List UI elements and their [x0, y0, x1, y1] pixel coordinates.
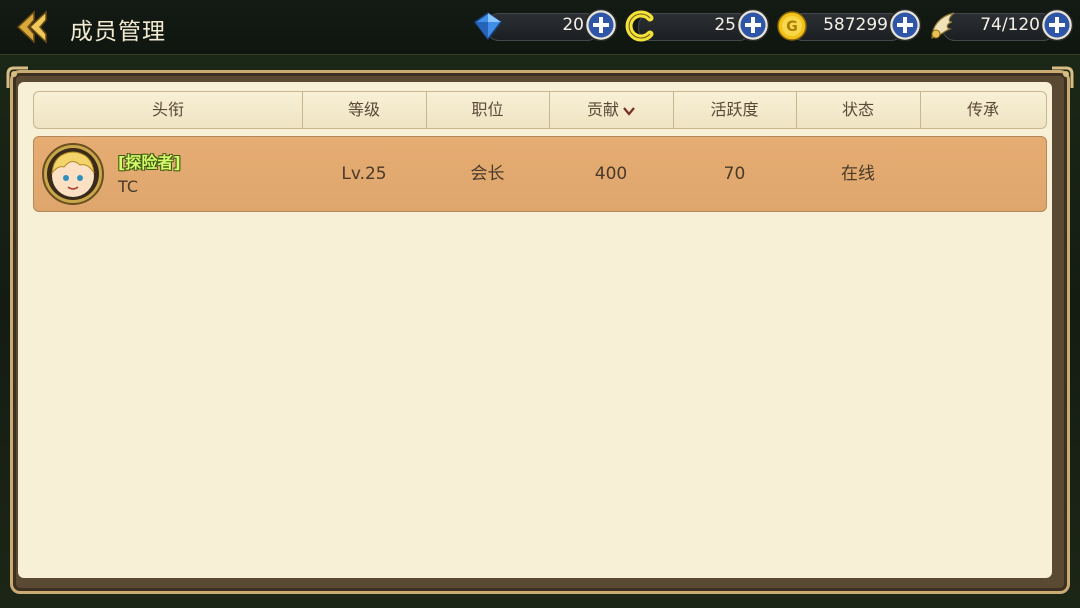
page-title: 成员管理	[70, 19, 166, 45]
column-header-inheritance[interactable]: 传承	[920, 92, 1046, 128]
member-inheritance	[920, 137, 1046, 211]
member-activity: 70	[723, 164, 746, 184]
diamond-icon	[473, 12, 503, 41]
add-stamina-button[interactable]	[1040, 8, 1074, 42]
avatar[interactable]	[42, 143, 104, 205]
member-position: 会长	[470, 164, 505, 184]
top-bar: 成员管理 20 25 G 587299 74/120	[0, 0, 1080, 55]
table-header: 头衔 等级 职位 贡献 活跃度 状态 传承	[33, 91, 1047, 129]
member-level: Lv.25	[341, 164, 387, 184]
column-header-contribution-label: 贡献	[586, 100, 619, 119]
back-button[interactable]	[14, 8, 54, 46]
member-contribution: 400	[594, 164, 628, 184]
column-header-status[interactable]: 状态	[796, 92, 921, 128]
add-token-button[interactable]	[736, 8, 770, 42]
gold-value: 587299	[823, 15, 888, 35]
svg-text:G: G	[786, 19, 798, 35]
diamond-value: 20	[562, 15, 584, 35]
token-icon	[625, 10, 654, 42]
stamina-value: 74/120	[980, 15, 1040, 35]
member-title-tag: [探险者]	[118, 153, 181, 172]
table-row[interactable]: [探险者] TC Lv.25 会长 400 70 在线	[33, 136, 1047, 212]
column-header-contribution[interactable]: 贡献	[549, 92, 674, 128]
token-counter: 25	[622, 8, 770, 44]
column-header-activity[interactable]: 活跃度	[673, 92, 797, 128]
sort-down-icon	[623, 106, 635, 116]
token-value: 25	[714, 15, 736, 35]
gold-coin-icon: G	[777, 11, 807, 41]
column-header-level[interactable]: 等级	[302, 92, 427, 128]
member-status: 在线	[841, 164, 875, 184]
diamond-counter: 20	[470, 8, 618, 44]
gold-counter: G 587299	[774, 8, 922, 44]
member-name: TC	[118, 177, 139, 196]
add-diamond-button[interactable]	[584, 8, 618, 42]
column-header-position[interactable]: 职位	[426, 92, 550, 128]
corner-ornament-icon	[6, 66, 28, 88]
back-arrow-icon	[16, 10, 47, 44]
wing-icon	[931, 12, 955, 39]
add-gold-button[interactable]	[888, 8, 922, 42]
stamina-counter: 74/120	[926, 8, 1074, 44]
corner-ornament-icon	[1052, 66, 1074, 88]
column-header-title[interactable]: 头衔	[34, 92, 303, 128]
